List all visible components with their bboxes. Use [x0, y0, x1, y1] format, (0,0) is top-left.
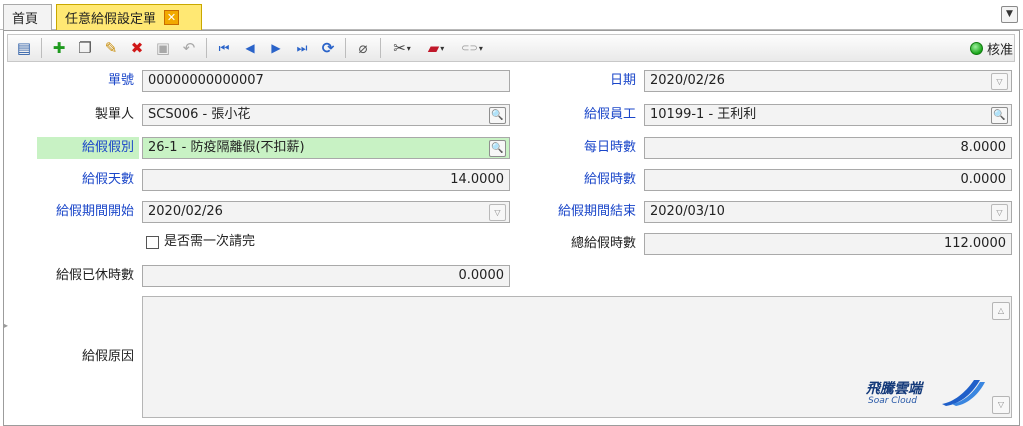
tab-leave-grant-form[interactable]: 任意給假設定單 ✕: [56, 4, 202, 30]
close-tab-icon[interactable]: ✕: [164, 10, 180, 25]
logo-name: 飛騰雲端: [866, 381, 922, 397]
tab-home[interactable]: 首頁: [3, 4, 52, 30]
period-end-label: 給假期間結束: [557, 204, 636, 219]
one-time-label: 是否需一次請完: [164, 234, 256, 249]
leave-type-label: 給假假別: [37, 137, 139, 159]
toolbox-menu-button[interactable]: ▰ ▾: [421, 37, 451, 59]
tools-menu-button[interactable]: ✂ ▾: [387, 37, 417, 59]
undo-icon[interactable]: ↶: [178, 37, 200, 59]
approved-status-icon: [969, 41, 983, 55]
delete-icon[interactable]: ✖: [126, 37, 148, 59]
link-menu-button[interactable]: ⊂⊃ ▾: [455, 37, 489, 59]
chevron-down-icon: ▾: [478, 43, 483, 53]
chevron-down-icon: ▾: [406, 43, 411, 53]
daily-hours-field[interactable]: 8.0000: [644, 137, 1012, 159]
scroll-up-icon[interactable]: △: [992, 302, 1010, 320]
last-record-icon[interactable]: ⏭: [291, 37, 313, 59]
period-start-dropdown-icon[interactable]: ▽: [489, 204, 506, 221]
toolbar-divider: [345, 38, 346, 58]
toolbox-icon: ▰: [427, 39, 440, 57]
daily-hours-label: 每日時數: [583, 140, 636, 155]
first-record-icon[interactable]: ⏮: [213, 37, 235, 59]
date-field[interactable]: 2020/02/26: [644, 70, 1012, 92]
approval-status-label: 核准: [986, 42, 1013, 58]
toolbar-divider: [41, 38, 42, 58]
search-icon[interactable]: 🔍: [991, 107, 1008, 124]
leave-hours-field[interactable]: 0.0000: [644, 169, 1012, 191]
search-icon[interactable]: 🔍: [489, 107, 506, 124]
period-end-dropdown-icon[interactable]: ▽: [991, 204, 1008, 221]
period-start-field[interactable]: 2020/02/26: [142, 201, 510, 223]
attachment-icon[interactable]: ⌀: [352, 37, 374, 59]
refresh-icon[interactable]: ⟳: [317, 37, 339, 59]
total-hours-label: 總給假時數: [570, 236, 636, 251]
period-start-label: 給假期間開始: [55, 204, 134, 219]
leave-days-label: 給假天數: [81, 172, 134, 187]
panel-toggle-icon[interactable]: ▤: [13, 37, 35, 59]
approval-status: 核准: [969, 38, 1013, 58]
edit-icon[interactable]: ✎: [100, 37, 122, 59]
leave-hours-label: 給假時數: [583, 172, 636, 187]
doc-no-field[interactable]: 00000000000007: [142, 70, 510, 92]
tab-active-label: 任意給假設定單: [65, 12, 157, 27]
leave-type-field[interactable]: 26-1 - 防疫隔離假(不扣薪): [142, 137, 510, 159]
tab-home-label: 首頁: [12, 12, 39, 27]
creator-field[interactable]: SCS006 - 張小花: [142, 104, 510, 126]
logo-wave-icon: [942, 380, 985, 406]
scroll-down-icon[interactable]: ▽: [992, 396, 1010, 414]
doc-no-label: 單號: [107, 73, 134, 88]
collapse-panel-button[interactable]: ▼: [1001, 6, 1018, 23]
employee-label: 給假員工: [583, 107, 636, 122]
one-time-checkbox[interactable]: [146, 236, 159, 249]
reason-label: 給假原因: [81, 349, 134, 364]
soar-cloud-logo: 飛騰雲端 Soar Cloud: [866, 378, 988, 410]
search-icon[interactable]: 🔍: [489, 140, 506, 157]
period-end-field[interactable]: 2020/03/10: [644, 201, 1012, 223]
add-icon[interactable]: ✚: [48, 37, 70, 59]
leave-days-field[interactable]: 14.0000: [142, 169, 510, 191]
prev-record-icon[interactable]: ◀: [239, 37, 261, 59]
next-record-icon[interactable]: ▶: [265, 37, 287, 59]
copy-icon[interactable]: ❐: [74, 37, 96, 59]
toolbar-divider: [206, 38, 207, 58]
date-dropdown-icon[interactable]: ▽: [991, 73, 1008, 90]
creator-label: 製單人: [94, 107, 134, 122]
used-hours-label: 給假已休時數: [55, 268, 134, 283]
save-icon[interactable]: ▣: [152, 37, 174, 59]
link-icon: ⊂⊃: [461, 42, 478, 54]
logo-subtitle: Soar Cloud: [868, 396, 918, 406]
total-hours-field[interactable]: 112.0000: [644, 233, 1012, 255]
toolbar-divider: [380, 38, 381, 58]
used-hours-field[interactable]: 0.0000: [142, 265, 510, 287]
chevron-down-icon: ▾: [440, 43, 445, 53]
employee-field[interactable]: 10199-1 - 王利利: [644, 104, 1012, 126]
date-label: 日期: [609, 73, 636, 88]
side-expand-icon[interactable]: ▸: [4, 321, 8, 330]
toolbar: ▤ ✚ ❐ ✎ ✖ ▣ ↶ ⏮ ◀ ▶ ⏭ ⟳ ⌀ ✂ ▾ ▰ ▾ ⊂⊃ ▾: [7, 34, 1015, 62]
tools-icon: ✂: [393, 39, 406, 57]
